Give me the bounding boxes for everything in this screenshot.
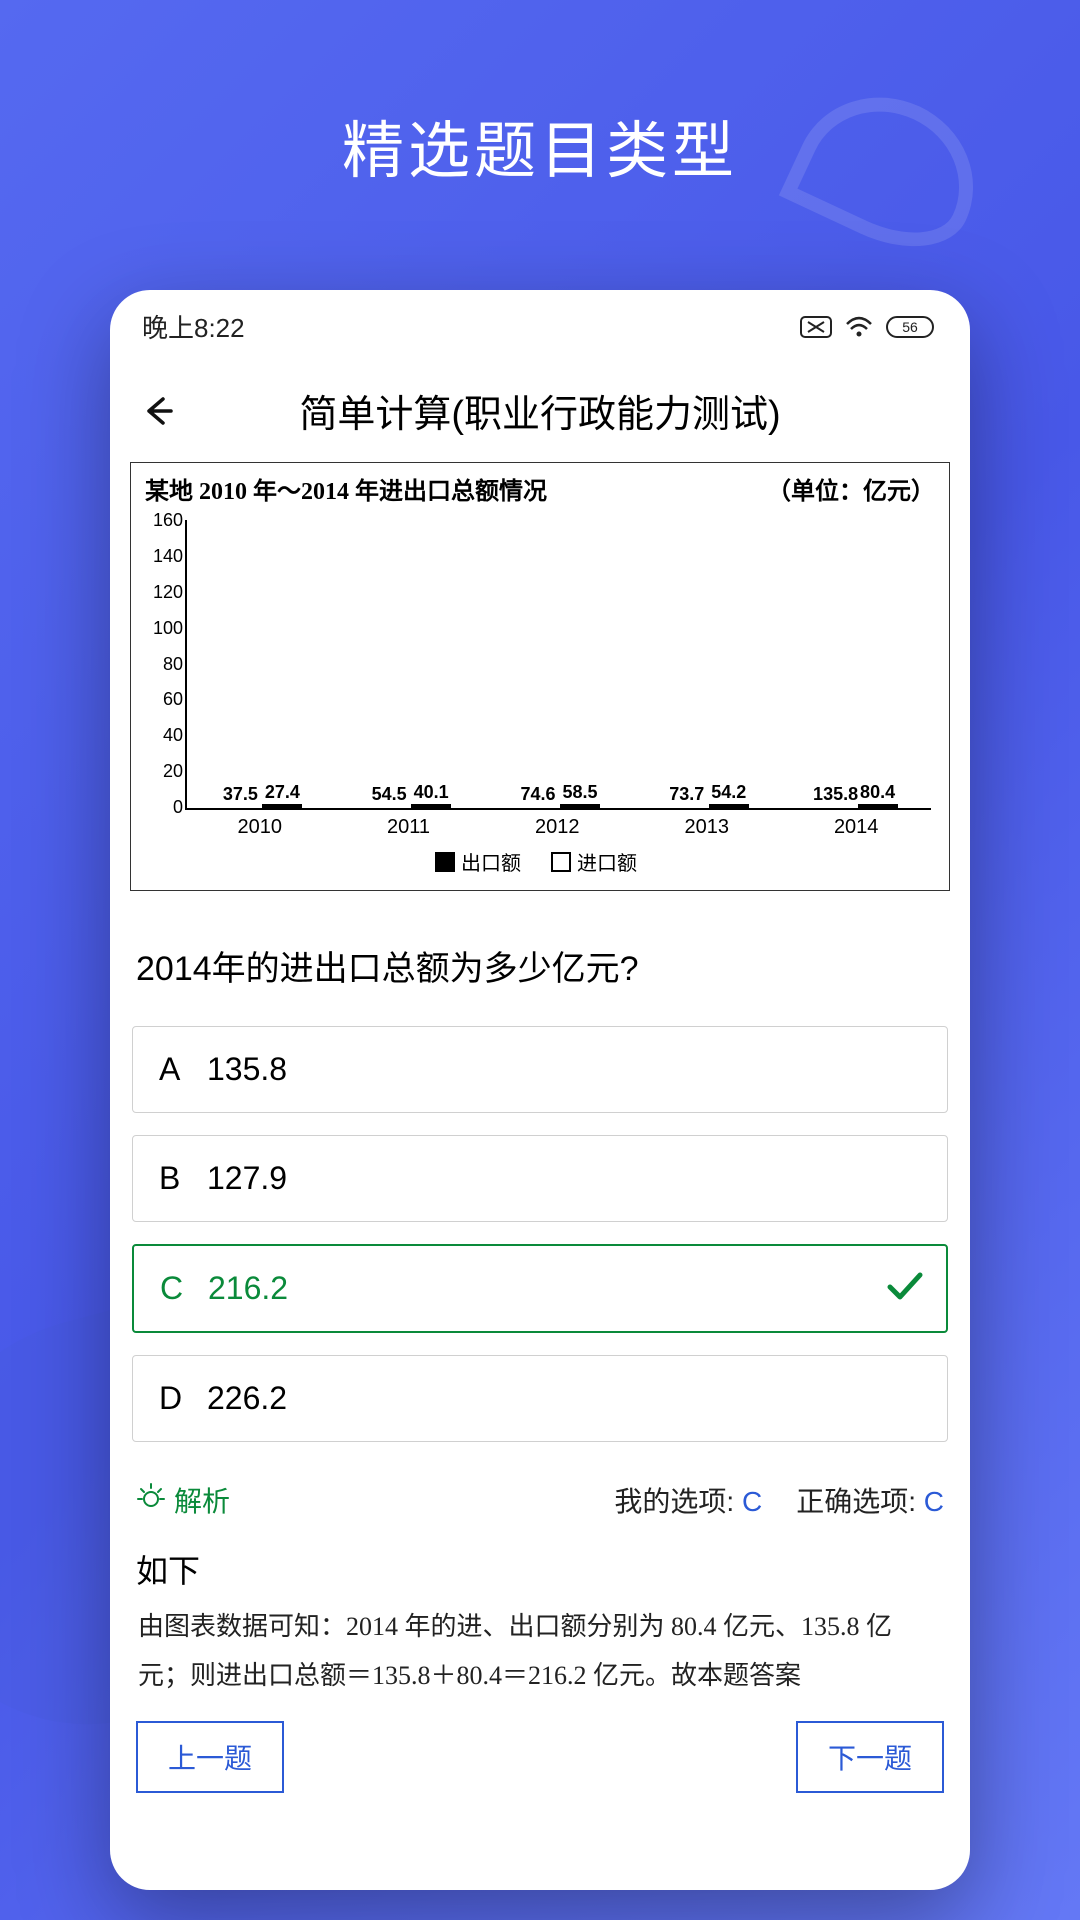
bar-import: 80.4 xyxy=(858,804,898,808)
legend-item: 出口额 xyxy=(435,847,521,876)
y-tick: 100 xyxy=(139,618,183,639)
option-value: 216.2 xyxy=(208,1270,288,1307)
bar-value-label: 54.2 xyxy=(711,782,746,803)
bar-value-label: 74.6 xyxy=(520,784,555,805)
x-tick: 2014 xyxy=(834,816,879,839)
option-b[interactable]: B127.9 xyxy=(132,1135,948,1222)
option-a[interactable]: A135.8 xyxy=(132,1026,948,1113)
option-value: 135.8 xyxy=(207,1051,287,1088)
bar-value-label: 80.4 xyxy=(860,782,895,803)
option-key: C xyxy=(160,1270,208,1307)
bar-import: 40.1 xyxy=(411,804,451,808)
x-tick: 2010 xyxy=(237,816,282,839)
x-tick: 2012 xyxy=(535,816,580,839)
option-key: A xyxy=(159,1051,207,1088)
bar-import: 58.5 xyxy=(560,804,600,808)
y-tick: 40 xyxy=(139,725,183,746)
y-tick: 140 xyxy=(139,546,183,567)
analysis-label: 解析 xyxy=(174,1480,230,1520)
y-tick: 120 xyxy=(139,582,183,603)
bar-import: 54.2 xyxy=(709,804,749,808)
y-tick: 20 xyxy=(139,761,183,782)
option-value: 127.9 xyxy=(207,1160,287,1197)
y-tick: 60 xyxy=(139,689,183,710)
bar-value-label: 54.5 xyxy=(372,784,407,805)
legend-item: 进口额 xyxy=(551,847,637,876)
svg-text:56: 56 xyxy=(902,319,918,335)
bar-value-label: 58.5 xyxy=(562,782,597,803)
x-tick: 2011 xyxy=(387,816,430,839)
lightbulb-icon xyxy=(136,1482,166,1519)
explanation-body: 由图表数据可知：2014 年的进、出口额分别为 80.4 亿元、135.8 亿元… xyxy=(110,1598,970,1701)
check-icon xyxy=(882,1263,926,1315)
chart-container: 某地 2010 年～2014 年进出口总额情况 （单位：亿元） 0 20 40 60 8… xyxy=(130,462,950,891)
options-list: A135.8 B127.9 C216.2 D226.2 xyxy=(110,1026,970,1442)
nav-bar: 简单计算(职业行政能力测试) xyxy=(110,353,970,456)
correct-answer: 正确选项: C xyxy=(796,1480,944,1520)
x-axis-ticks: 2010 2011 2012 2013 2014 xyxy=(185,810,931,839)
x-tick: 2013 xyxy=(684,816,729,839)
explanation-head: 如下 xyxy=(110,1532,970,1598)
bar-pair: 54.540.1 xyxy=(369,804,451,808)
legend-swatch-dark xyxy=(435,852,455,872)
y-tick: 0 xyxy=(139,797,183,818)
status-time: 晚上8:22 xyxy=(142,308,245,345)
option-value: 226.2 xyxy=(207,1380,287,1417)
wifi-icon xyxy=(844,316,874,338)
chart-plot: 020406080100120140160 37.527.454.540.174… xyxy=(185,520,931,810)
bar-value-label: 73.7 xyxy=(669,784,704,805)
bar-pair: 73.754.2 xyxy=(667,804,749,808)
chart-title: 某地 2010 年～2014 年进出口总额情况 xyxy=(145,471,547,506)
prev-button[interactable]: 上一题 xyxy=(136,1721,284,1793)
phone-frame: 晚上8:22 56 简单计算(职业行政能力测试) 某地 2010 年～2014 … xyxy=(110,290,970,1890)
my-answer: 我的选项: C xyxy=(614,1480,762,1520)
chart-unit: （单位：亿元） xyxy=(767,471,935,506)
nav-title: 简单计算(职业行政能力测试) xyxy=(130,383,950,438)
y-tick: 80 xyxy=(139,654,183,675)
bar-value-label: 135.8 xyxy=(813,784,858,805)
chart-bars: 37.527.454.540.174.658.573.754.2135.880.… xyxy=(187,520,931,808)
statusbar: 晚上8:22 56 xyxy=(110,290,970,353)
y-axis-ticks: 0 20 40 60 80 100 120 140 160 xyxy=(139,510,183,818)
option-key: B xyxy=(159,1160,207,1197)
y-tick: 160 xyxy=(139,510,183,531)
bar-value-label: 27.4 xyxy=(265,782,300,803)
bar-value-label: 40.1 xyxy=(414,782,449,803)
option-d[interactable]: D226.2 xyxy=(132,1355,948,1442)
option-key: D xyxy=(159,1380,207,1417)
next-button[interactable]: 下一题 xyxy=(796,1721,944,1793)
battery-icon: 56 xyxy=(886,316,938,338)
analysis-row: 解析 我的选项: C 正确选项: C xyxy=(110,1442,970,1532)
bar-value-label: 37.5 xyxy=(223,784,258,805)
question-text: 2014年的进出口总额为多少亿元? xyxy=(110,891,970,1026)
no-sim-icon xyxy=(800,316,832,338)
option-c[interactable]: C216.2 xyxy=(132,1244,948,1333)
bar-import: 27.4 xyxy=(262,804,302,808)
bar-pair: 135.880.4 xyxy=(816,804,898,808)
chart-legend: 出口额 进口额 xyxy=(141,839,931,888)
bar-pair: 37.527.4 xyxy=(220,804,302,808)
legend-swatch-light xyxy=(551,852,571,872)
bar-pair: 74.658.5 xyxy=(518,804,600,808)
